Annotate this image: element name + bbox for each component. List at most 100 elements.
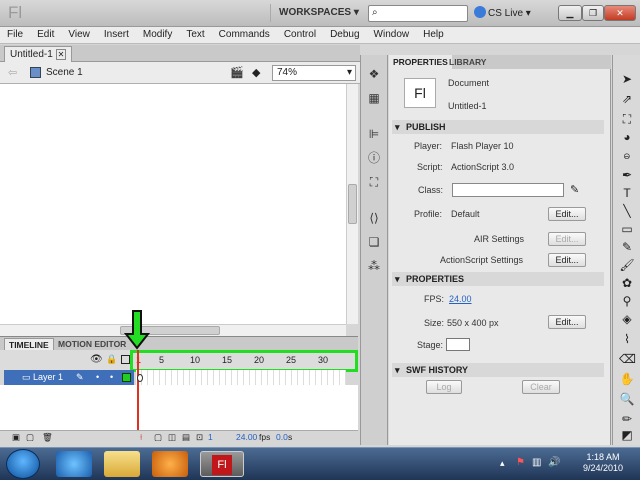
- hand-tool-icon[interactable]: ✋: [619, 371, 635, 387]
- pencil-icon[interactable]: ✎: [570, 183, 579, 196]
- menu-window[interactable]: Window: [367, 27, 417, 43]
- menu-text[interactable]: Text: [179, 27, 211, 43]
- section-properties[interactable]: ▾ PROPERTIES: [392, 272, 604, 286]
- layer-color-box[interactable]: [122, 373, 131, 382]
- delete-layer-icon[interactable]: 🗑: [42, 432, 53, 443]
- menu-help[interactable]: Help: [416, 27, 451, 43]
- transform-icon[interactable]: ⛶: [367, 175, 381, 189]
- tab-properties[interactable]: PROPERTIES: [389, 55, 452, 69]
- pen-tool-icon[interactable]: ✒: [619, 167, 635, 183]
- selection-tool-icon[interactable]: ➤: [619, 71, 635, 87]
- align-icon[interactable]: ⊫: [367, 127, 381, 141]
- document-tab[interactable]: Untitled-1 ✕: [4, 46, 73, 62]
- actions-icon[interactable]: ⟨⟩: [367, 211, 381, 225]
- close-button[interactable]: ✕: [604, 5, 636, 21]
- pencil-tool-icon[interactable]: ✎: [619, 239, 635, 255]
- menu-commands[interactable]: Commands: [212, 27, 277, 43]
- menu-debug[interactable]: Debug: [323, 27, 366, 43]
- layer-row[interactable]: ▭ Layer 1 ✎ • •: [4, 370, 134, 385]
- deco-tool-icon[interactable]: ✿: [619, 275, 635, 291]
- stroke-color-icon[interactable]: ✏: [619, 411, 635, 427]
- system-clock[interactable]: 1:18 AM 9/24/2010: [570, 452, 636, 474]
- frame-cells[interactable]: [136, 370, 346, 385]
- motion-presets-icon[interactable]: ❖: [367, 67, 381, 81]
- edit-symbols-icon[interactable]: ◆: [252, 66, 260, 79]
- tray-arrow-icon[interactable]: ▴: [500, 458, 505, 469]
- lock-icon[interactable]: 🔒: [106, 354, 117, 365]
- new-layer-icon[interactable]: ▣: [12, 432, 20, 443]
- edit-frames-icon[interactable]: ▤: [182, 432, 190, 443]
- frame-rate[interactable]: 24.00: [236, 432, 257, 442]
- keyframe[interactable]: [137, 374, 143, 382]
- stage-color-swatch[interactable]: [446, 338, 470, 351]
- size-edit-button[interactable]: Edit...: [548, 315, 586, 329]
- stage-canvas[interactable]: [0, 84, 346, 324]
- free-transform-tool-icon[interactable]: ⛶: [619, 111, 635, 127]
- section-publish[interactable]: ▾ PUBLISH: [392, 120, 604, 134]
- brush-tool-icon[interactable]: 🖌: [619, 257, 635, 273]
- outline-icon[interactable]: [121, 355, 130, 364]
- onion-skin-icon[interactable]: ▢: [154, 432, 162, 443]
- fill-color-icon[interactable]: ◩: [619, 427, 635, 443]
- network-icon[interactable]: ▥: [532, 457, 541, 468]
- volume-icon[interactable]: 🔊: [548, 457, 560, 468]
- actionscript-settings-label: ActionScript Settings: [440, 255, 524, 265]
- visibility-dot[interactable]: •: [96, 370, 99, 385]
- flash-taskbar-button[interactable]: Fl: [200, 451, 244, 477]
- rectangle-tool-icon[interactable]: ▭: [619, 221, 635, 237]
- cs-live-button[interactable]: CS Live ▾: [474, 6, 531, 21]
- media-player-icon[interactable]: [152, 451, 188, 477]
- scroll-thumb[interactable]: [348, 184, 357, 224]
- fps-value[interactable]: 24.00: [449, 294, 472, 304]
- onion-outline-icon[interactable]: ◫: [168, 432, 176, 443]
- internet-explorer-icon[interactable]: [56, 451, 92, 477]
- start-button[interactable]: [6, 449, 40, 479]
- folder-icon[interactable]: [104, 451, 140, 477]
- lasso-tool-icon[interactable]: ဓ: [619, 147, 635, 163]
- onion-markers-icon[interactable]: ⊡: [196, 432, 203, 443]
- tab-library[interactable]: LIBRARY: [445, 55, 490, 69]
- edit-scene-icon[interactable]: 🎬: [230, 66, 244, 79]
- 3d-rotation-tool-icon[interactable]: ◕: [619, 129, 635, 145]
- menu-control[interactable]: Control: [277, 27, 323, 43]
- menu-view[interactable]: View: [61, 27, 97, 43]
- action-center-icon[interactable]: ⚑: [516, 457, 525, 468]
- bone-tool-icon[interactable]: ⚲: [619, 293, 635, 309]
- eye-icon[interactable]: 👁: [90, 354, 103, 365]
- zoom-select[interactable]: 74% ▾: [272, 65, 356, 81]
- clear-button[interactable]: Clear: [522, 380, 560, 394]
- project-icon[interactable]: ⁂: [367, 259, 381, 273]
- log-button[interactable]: Log: [426, 380, 462, 394]
- info-icon[interactable]: ⓘ: [367, 151, 381, 165]
- eyedropper-tool-icon[interactable]: ⌇: [619, 331, 635, 347]
- profile-edit-button[interactable]: Edit...: [548, 207, 586, 221]
- stage-vertical-scrollbar[interactable]: [346, 84, 358, 324]
- search-input[interactable]: ⌕: [368, 5, 468, 22]
- air-edit-button[interactable]: Edit...: [548, 232, 586, 246]
- close-tab-icon[interactable]: ✕: [55, 49, 67, 60]
- section-swf-history[interactable]: ▾ SWF HISTORY: [392, 363, 604, 377]
- minimize-button[interactable]: ▁: [558, 5, 582, 21]
- back-arrow-icon[interactable]: ⇦: [8, 66, 17, 79]
- line-tool-icon[interactable]: ╲: [619, 203, 635, 219]
- class-input[interactable]: [452, 183, 564, 197]
- menu-insert[interactable]: Insert: [97, 27, 136, 43]
- new-folder-icon[interactable]: ▢: [26, 432, 34, 443]
- subselection-tool-icon[interactable]: ⇗: [619, 91, 635, 107]
- center-frame-icon[interactable]: ⍿: [140, 432, 142, 443]
- eraser-tool-icon[interactable]: ⌫: [619, 351, 636, 367]
- lock-dot[interactable]: •: [110, 370, 113, 385]
- swatches-icon[interactable]: ▦: [367, 91, 381, 105]
- menu-edit[interactable]: Edit: [30, 27, 61, 43]
- menu-modify[interactable]: Modify: [136, 27, 179, 43]
- zoom-tool-icon[interactable]: 🔍: [619, 391, 635, 407]
- restore-button[interactable]: ❐: [582, 5, 604, 21]
- workspaces-menu[interactable]: WORKSPACES ▾: [270, 4, 360, 22]
- components-icon[interactable]: ❏: [367, 235, 381, 249]
- stage-horizontal-scrollbar[interactable]: [0, 324, 346, 336]
- text-tool-icon[interactable]: T: [619, 185, 635, 201]
- menu-file[interactable]: File: [0, 27, 30, 43]
- paint-bucket-tool-icon[interactable]: ◈: [619, 311, 635, 327]
- actionscript-edit-button[interactable]: Edit...: [548, 253, 586, 267]
- pencil-icon: ✎: [76, 372, 84, 382]
